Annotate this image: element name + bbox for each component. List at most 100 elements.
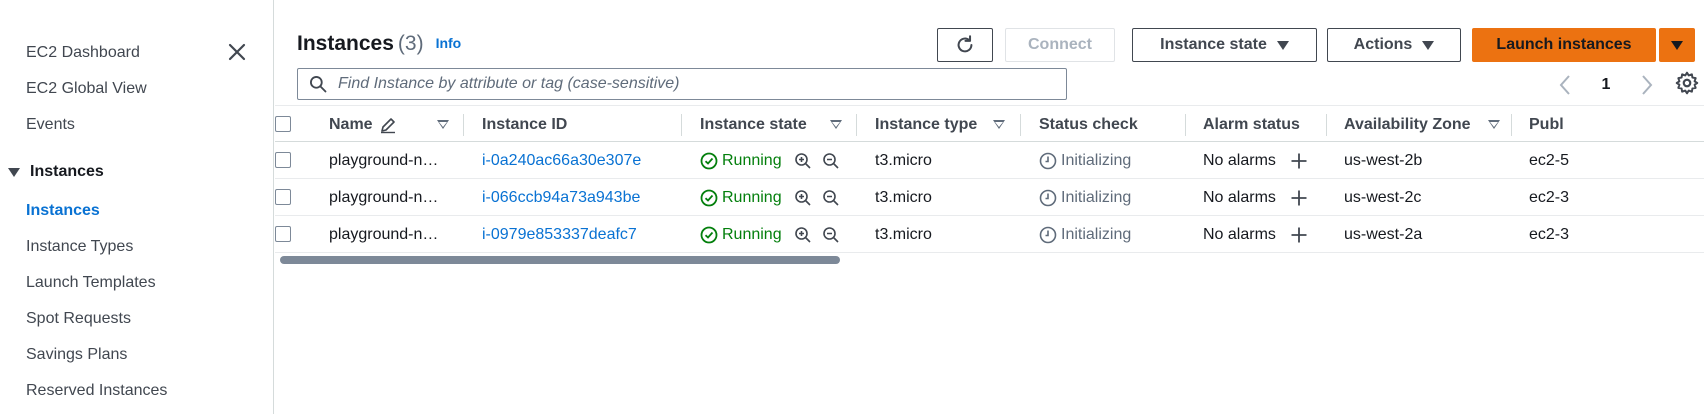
column-header-status-check[interactable]: Status check: [1039, 106, 1138, 143]
instance-state: Running: [700, 216, 840, 253]
add-alarm-button[interactable]: [1290, 226, 1308, 244]
row-checkbox[interactable]: [275, 189, 291, 205]
public-dns: ec2-5: [1529, 151, 1570, 169]
zoom-out-button[interactable]: [822, 189, 840, 207]
zoom-in-icon: [794, 226, 811, 243]
table-row[interactable]: playground-n… i-0979e853337deafc7 Runnin…: [275, 216, 1704, 253]
nav-launch-templates[interactable]: Launch Templates: [26, 274, 156, 292]
previous-page-button[interactable]: [1556, 71, 1574, 99]
alarm-status: No alarms: [1203, 216, 1308, 253]
search-input[interactable]: [338, 75, 1038, 93]
launch-instances-dropdown[interactable]: [1659, 28, 1695, 62]
table-row[interactable]: playground-n… i-066ccb94a73a943be Runnin…: [275, 179, 1704, 216]
check-circle-icon: [700, 226, 718, 243]
pagination: 1: [1556, 70, 1656, 100]
availability-zone: us-west-2a: [1344, 225, 1423, 243]
availability-zone: us-west-2b: [1344, 151, 1423, 169]
gear-icon: [1675, 71, 1699, 95]
column-header-public-dns[interactable]: Publ: [1529, 106, 1564, 143]
clock-icon: [1039, 152, 1057, 169]
table-row[interactable]: playground-n… i-0a240ac66a30e307e Runnin…: [275, 142, 1704, 179]
column-label: Instance state: [700, 115, 807, 133]
nav-instance-types[interactable]: Instance Types: [26, 238, 133, 256]
close-navigation-button[interactable]: [225, 40, 249, 64]
preferences-button[interactable]: [1674, 70, 1700, 96]
status-label: Initializing: [1061, 225, 1132, 243]
actions-dropdown[interactable]: Actions: [1327, 28, 1461, 62]
zoom-out-button[interactable]: [822, 226, 840, 244]
nav-group-instances[interactable]: Instances: [8, 163, 104, 181]
zoom-out-button[interactable]: [822, 152, 840, 170]
clock-icon: [1039, 189, 1057, 206]
caret-down-icon: [1422, 40, 1435, 50]
zoom-in-button[interactable]: [794, 152, 812, 170]
zoom-in-button[interactable]: [794, 189, 812, 207]
state-label: Running: [722, 225, 782, 243]
check-circle-icon: [700, 189, 718, 206]
status-label: Initializing: [1061, 188, 1132, 206]
zoom-in-icon: [794, 152, 811, 169]
close-icon: [228, 43, 246, 61]
status-label: Initializing: [1061, 151, 1132, 169]
add-alarm-button[interactable]: [1290, 189, 1308, 207]
row-checkbox[interactable]: [275, 226, 291, 242]
sort-icon: [993, 120, 1005, 129]
zoom-out-icon: [822, 152, 839, 169]
column-label: Availability Zone: [1344, 115, 1471, 133]
info-link[interactable]: Info: [436, 35, 462, 51]
nav-events[interactable]: Events: [26, 116, 75, 134]
search-bar[interactable]: [297, 68, 1067, 100]
refresh-button[interactable]: [937, 28, 993, 62]
public-dns: ec2-3: [1529, 188, 1570, 206]
plus-icon: [1291, 190, 1307, 205]
column-header-alarm-status[interactable]: Alarm status: [1203, 106, 1300, 143]
add-alarm-button[interactable]: [1290, 152, 1308, 170]
horizontal-scrollbar[interactable]: [280, 256, 840, 264]
zoom-out-icon: [822, 189, 839, 206]
zoom-in-button[interactable]: [794, 226, 812, 244]
nav-instances[interactable]: Instances: [26, 202, 100, 220]
availability-zone: us-west-2c: [1344, 188, 1422, 206]
connect-button[interactable]: Connect: [1005, 28, 1115, 62]
row-checkbox[interactable]: [275, 152, 291, 168]
alarm-label: No alarms: [1203, 188, 1276, 206]
nav-group-label: Instances: [30, 163, 104, 180]
chevron-right-icon: [1642, 75, 1653, 95]
column-header-instance-state[interactable]: Instance state: [700, 106, 842, 143]
instance-id-link[interactable]: i-0979e853337deafc7: [482, 216, 637, 253]
column-label: Instance type: [875, 115, 978, 133]
instance-name: playground-n…: [329, 151, 439, 169]
instance-id-link[interactable]: i-0a240ac66a30e307e: [482, 142, 641, 179]
state-label: Running: [722, 188, 782, 206]
public-dns: ec2-3: [1529, 225, 1570, 243]
instance-name: playground-n…: [329, 188, 439, 206]
alarm-status: No alarms: [1203, 142, 1308, 179]
column-header-availability-zone[interactable]: Availability Zone: [1344, 106, 1509, 143]
nav-savings-plans[interactable]: Savings Plans: [26, 346, 127, 364]
instance-state: Running: [700, 179, 840, 216]
nav-spot-requests[interactable]: Spot Requests: [26, 310, 131, 328]
search-icon: [310, 76, 327, 93]
zoom-in-icon: [794, 189, 811, 206]
nav-ec2-global-view[interactable]: EC2 Global View: [26, 80, 147, 98]
plus-icon: [1291, 227, 1307, 242]
nav-ec2-dashboard[interactable]: EC2 Dashboard: [26, 44, 140, 62]
launch-instances-button[interactable]: Launch instances: [1472, 28, 1656, 62]
clock-icon: [1039, 226, 1057, 243]
nav-reserved-instances[interactable]: Reserved Instances: [26, 382, 167, 400]
check-circle-icon: [700, 152, 718, 169]
select-all-checkbox[interactable]: [275, 116, 291, 132]
instance-id-link[interactable]: i-066ccb94a73a943be: [482, 179, 640, 216]
instance-name: playground-n…: [329, 225, 439, 243]
instance-type: t3.micro: [875, 225, 932, 243]
instance-type: t3.micro: [875, 151, 932, 169]
column-header-name[interactable]: Name: [329, 106, 449, 143]
caret-down-icon: [8, 167, 20, 177]
column-header-instance-id[interactable]: Instance ID: [482, 106, 567, 143]
column-header-instance-type[interactable]: Instance type: [875, 106, 1005, 143]
actions-label: Actions: [1353, 36, 1413, 53]
caret-down-icon: [1276, 40, 1289, 50]
current-page[interactable]: 1: [1602, 76, 1611, 94]
next-page-button[interactable]: [1638, 71, 1656, 99]
instance-state-dropdown[interactable]: Instance state: [1132, 28, 1317, 62]
